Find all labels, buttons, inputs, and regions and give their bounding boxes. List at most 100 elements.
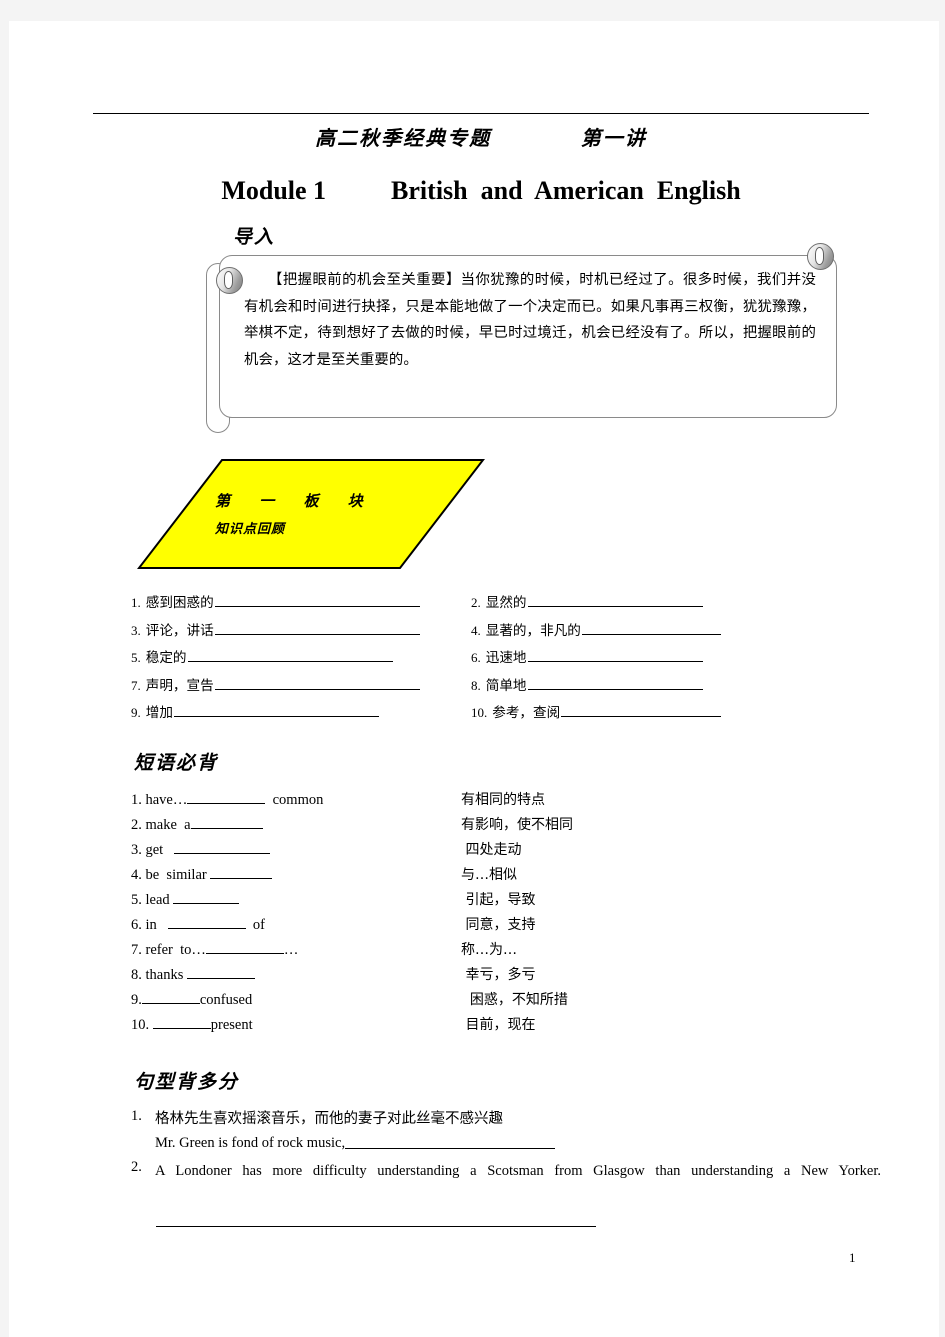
sentence-answer-blank-rule[interactable] <box>156 1226 596 1227</box>
answer-blank[interactable] <box>527 674 703 690</box>
answer-blank[interactable] <box>214 619 420 635</box>
item-number: 2. <box>471 595 481 610</box>
vocabulary-item: 7. 声明，宣告 <box>131 674 471 694</box>
phrase-chinese: 幸亏，多亏 <box>461 967 536 983</box>
phrase-english: 2. make a <box>131 814 461 834</box>
phrase-prefix: make a <box>141 817 191 833</box>
vocabulary-row: 3. 评论，讲话 4. 显著的，非凡的 <box>131 619 721 647</box>
answer-blank[interactable] <box>581 619 721 635</box>
answer-blank[interactable] <box>210 864 273 879</box>
phrase-chinese: 四处走动 <box>461 842 522 858</box>
phrase-suffix: … <box>283 942 299 958</box>
phrase-english: 1. have… common <box>131 789 461 809</box>
item-number: 2. <box>131 817 142 833</box>
answer-blank[interactable] <box>205 939 284 954</box>
sentence-list: 1. 格林先生喜欢摇滚音乐，而他的妻子对此丝毫不感兴趣 Mr. Green is… <box>131 1108 881 1187</box>
phrase-english: 4. be similar <box>131 864 461 884</box>
sentence-item: 1. 格林先生喜欢摇滚音乐，而他的妻子对此丝毫不感兴趣 Mr. Green is… <box>131 1108 881 1156</box>
phrase-prefix: in <box>141 917 168 933</box>
answer-blank[interactable] <box>187 789 266 804</box>
item-number: 9. <box>131 705 141 720</box>
section-banner-block-one: 第 一 板 块 知识点回顾 <box>137 458 485 570</box>
phrase-row: 8. thanks 幸亏，多亏 <box>131 964 731 989</box>
answer-blank[interactable] <box>174 839 271 854</box>
item-term: 稳定的 <box>145 650 187 666</box>
sentence-item: 2. A Londoner has more difficulty unders… <box>131 1159 881 1184</box>
section-heading-sentences: 句型背多分 <box>134 1071 240 1093</box>
sentence-body: A Londoner has more difficulty understan… <box>155 1159 881 1184</box>
parallelogram-shape <box>137 459 485 569</box>
phrase-row: 10. present 目前，现在 <box>131 1014 731 1039</box>
intro-scroll-banner: 【把握眼前的机会至关重要】当你犹豫的时候，时机已经过了。很多时候，我们并没有机会… <box>206 243 846 441</box>
phrase-chinese: 同意，支持 <box>461 917 536 933</box>
phrase-suffix: confused <box>199 992 253 1008</box>
answer-blank[interactable] <box>141 989 200 1004</box>
sentence-body: 格林先生喜欢摇滚音乐，而他的妻子对此丝毫不感兴趣 Mr. Green is fo… <box>155 1108 881 1156</box>
phrase-chinese: 引起，导致 <box>461 892 536 908</box>
intro-body-text: 【把握眼前的机会至关重要】当你犹豫的时候，时机已经过了。很多时候，我们并没有机会… <box>244 272 816 368</box>
phrase-english: 3. get <box>131 839 461 859</box>
sentence-english-text: Mr. Green is fond of rock music, <box>155 1135 346 1151</box>
page-title-chinese: 高二秋季经典专题 第一讲 <box>315 126 647 150</box>
item-number: 8. <box>131 967 142 983</box>
answer-blank[interactable] <box>527 646 703 662</box>
scroll-curl-top-right-icon <box>807 243 834 270</box>
item-term: 简单地 <box>485 677 527 694</box>
item-term: 显然的 <box>485 595 527 611</box>
item-number: 6. <box>471 650 481 665</box>
answer-blank[interactable] <box>190 814 263 829</box>
item-term: 声明，宣告 <box>145 677 214 694</box>
section-heading-phrases: 短语必背 <box>134 752 219 774</box>
sentence-chinese: 格林先生喜欢摇滚音乐，而他的妻子对此丝毫不感兴趣 <box>155 1111 503 1127</box>
phrase-chinese: 与…相似 <box>461 867 517 883</box>
module-title: Module 1 British and American English <box>221 176 741 205</box>
answer-blank[interactable] <box>167 914 246 929</box>
item-number: 3. <box>131 842 142 858</box>
answer-blank[interactable] <box>187 646 393 662</box>
vocabulary-item: 3. 评论，讲话 <box>131 619 471 639</box>
phrase-english: 7. refer to… … <box>131 939 461 959</box>
item-number: 8. <box>471 677 481 693</box>
banner-title-line2: 知识点回顾 <box>215 522 286 537</box>
answer-blank[interactable] <box>173 701 379 717</box>
answer-blank[interactable] <box>345 1134 556 1149</box>
answer-blank[interactable] <box>561 701 721 717</box>
answer-blank[interactable] <box>173 889 240 904</box>
item-number: 1. <box>131 792 142 808</box>
section-heading-intro: 导入 <box>233 226 276 248</box>
vocabulary-item: 4. 显著的，非凡的 <box>471 619 721 639</box>
answer-blank[interactable] <box>152 1014 211 1029</box>
item-number: 5. <box>131 650 141 665</box>
phrase-prefix: refer to… <box>141 942 206 958</box>
vocabulary-row: 1. 感到困惑的 2. 显然的 <box>131 591 721 619</box>
item-number: 1. <box>131 1108 142 1124</box>
phrase-row: 7. refer to… … 称…为… <box>131 939 731 964</box>
phrase-suffix: of <box>245 917 265 933</box>
phrase-row: 9. confused 困惑，不知所措 <box>131 989 731 1014</box>
phrase-english: 5. lead <box>131 889 461 909</box>
answer-blank[interactable] <box>214 674 420 690</box>
phrase-prefix: be similar <box>141 867 211 883</box>
banner-title-line1: 第 一 板 块 <box>215 492 375 510</box>
answer-blank[interactable] <box>186 964 255 979</box>
item-number: 7. <box>131 677 141 693</box>
item-term: 增加 <box>145 705 173 721</box>
item-number: 2. <box>131 1159 142 1175</box>
scroll-curl-top-left-icon <box>216 267 243 294</box>
item-number: 5. <box>131 892 142 908</box>
phrase-prefix: have… <box>141 792 188 808</box>
vocabulary-item: 2. 显然的 <box>471 591 721 611</box>
vocabulary-row: 7. 声明，宣告 8. 简单地 <box>131 674 721 702</box>
item-term: 显著的，非凡的 <box>485 622 581 639</box>
answer-blank[interactable] <box>214 591 420 607</box>
answer-blank[interactable] <box>527 591 703 607</box>
item-term: 迅速地 <box>485 650 527 666</box>
item-number: 7. <box>131 942 142 958</box>
phrase-chinese: 有相同的特点 <box>461 792 545 808</box>
item-number: 9. <box>131 992 142 1008</box>
phrase-row: 1. have… common 有相同的特点 <box>131 789 731 814</box>
vocabulary-item: 9. 增加 <box>131 701 471 721</box>
phrase-chinese: 有影响，使不相同 <box>461 817 573 833</box>
phrase-english: 8. thanks <box>131 964 461 984</box>
vocabulary-item: 8. 简单地 <box>471 674 721 694</box>
